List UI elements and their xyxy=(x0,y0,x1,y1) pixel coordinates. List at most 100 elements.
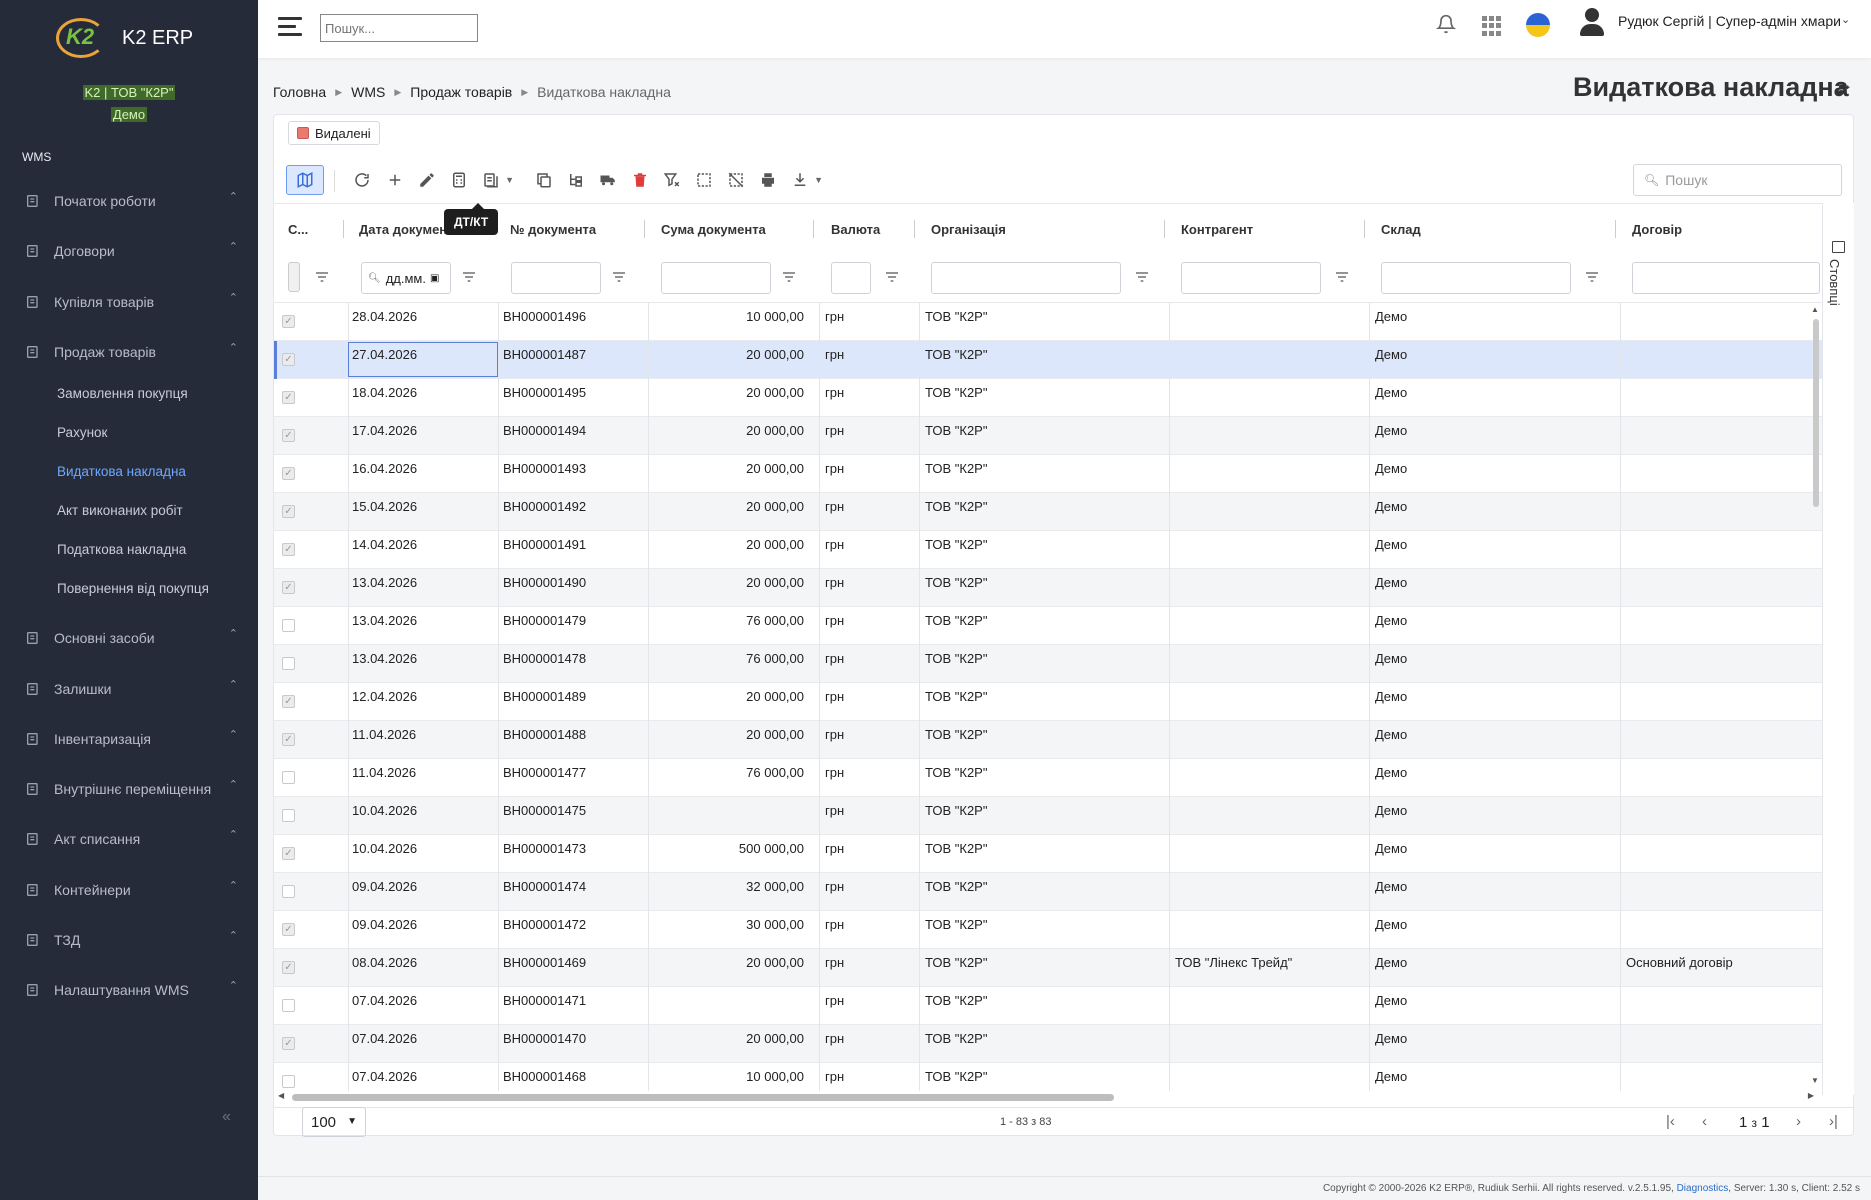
sidebar-item-settings[interactable]: Налаштування WMS ⌃ xyxy=(24,977,238,1003)
cell-counterparty[interactable] xyxy=(1175,987,1365,1025)
cell-sum[interactable]: 76 000,00 xyxy=(654,607,804,645)
cell-currency[interactable]: грн xyxy=(825,531,905,569)
page-size-select[interactable]: 100 ▼ xyxy=(302,1107,366,1137)
columns-panel-toggle[interactable]: Стовпці xyxy=(1822,203,1854,1095)
chevron-up-icon[interactable]: ⌃ xyxy=(229,778,238,791)
breadcrumb-sales[interactable]: Продаж товарів xyxy=(410,84,512,100)
cell-warehouse[interactable]: Демо xyxy=(1375,341,1605,379)
delete-button[interactable] xyxy=(625,165,655,195)
map-view-button[interactable] xyxy=(286,165,324,195)
cell-date[interactable]: 11.04.2026 xyxy=(352,759,492,797)
cell-sum[interactable]: 20 000,00 xyxy=(654,417,804,455)
cell-sum[interactable]: 76 000,00 xyxy=(654,759,804,797)
cell-counterparty[interactable] xyxy=(1175,759,1365,797)
horizontal-scrollbar[interactable]: ◀ ▶ xyxy=(278,1090,1814,1104)
cell-currency[interactable]: грн xyxy=(825,341,905,379)
cell-counterparty[interactable] xyxy=(1175,797,1365,835)
vertical-scroll-thumb[interactable] xyxy=(1813,319,1819,507)
cell-warehouse[interactable]: Демо xyxy=(1375,759,1605,797)
table-row[interactable]: ✓ 28.04.2026 ВН000001496 10 000,00 грн ТОВ "К… xyxy=(274,303,1822,341)
cell-sum[interactable]: 76 000,00 xyxy=(654,645,804,683)
table-row[interactable]: 13.04.2026 ВН000001479 76 000,00 грн ТОВ "К2… xyxy=(274,607,1822,645)
cell-warehouse[interactable]: Демо xyxy=(1375,493,1605,531)
cell-organization[interactable]: ТОВ "К2Р" xyxy=(925,303,1155,341)
row-status-checkbox[interactable] xyxy=(282,657,295,670)
sidebar-subitem-4[interactable]: Податкова накладна xyxy=(57,542,186,557)
hierarchy-button[interactable] xyxy=(561,165,591,195)
column-header-warehouse[interactable]: Склад xyxy=(1381,204,1531,254)
cell-organization[interactable]: ТОВ "К2Р" xyxy=(925,1025,1155,1063)
row-status-checkbox[interactable] xyxy=(282,1075,295,1088)
cell-date[interactable]: 09.04.2026 xyxy=(352,873,492,911)
filter-sum-input[interactable] xyxy=(661,262,771,294)
cell-sum[interactable]: 20 000,00 xyxy=(654,949,804,987)
filter-organization-icon[interactable] xyxy=(1134,269,1150,285)
table-row[interactable]: ✓ 15.04.2026 ВН000001492 20 000,00 грн ТОВ "К… xyxy=(274,493,1822,531)
cell-counterparty[interactable] xyxy=(1175,531,1365,569)
cell-warehouse[interactable]: Демо xyxy=(1375,721,1605,759)
cell-organization[interactable]: ТОВ "К2Р" xyxy=(925,455,1155,493)
cell-date[interactable]: 10.04.2026 xyxy=(352,835,492,873)
cell-date[interactable]: 13.04.2026 xyxy=(352,607,492,645)
chevron-up-icon[interactable]: ⌃ xyxy=(229,291,238,304)
calculator-button[interactable] xyxy=(444,165,474,195)
cell-organization[interactable]: ТОВ "К2Р" xyxy=(925,797,1155,835)
cell-number[interactable]: ВН000001471 xyxy=(503,987,643,1025)
cell-contract[interactable] xyxy=(1626,379,1816,417)
focused-cell[interactable] xyxy=(348,342,498,377)
cell-number[interactable]: ВН000001493 xyxy=(503,455,643,493)
scroll-right-icon[interactable]: ▶ xyxy=(1808,1091,1814,1100)
cell-warehouse[interactable]: Демо xyxy=(1375,987,1605,1025)
cell-sum[interactable]: 10 000,00 xyxy=(654,303,804,341)
cell-counterparty[interactable] xyxy=(1175,341,1365,379)
cell-sum[interactable]: 20 000,00 xyxy=(654,455,804,493)
cell-organization[interactable]: ТОВ "К2Р" xyxy=(925,645,1155,683)
chevron-up-icon[interactable]: ⌃ xyxy=(229,728,238,741)
cell-sum[interactable] xyxy=(654,987,804,1025)
cell-counterparty[interactable] xyxy=(1175,645,1365,683)
cell-contract[interactable]: Основний договір xyxy=(1626,949,1816,987)
table-row[interactable]: ✓ 27.04.2026 ВН000001487 20 000,00 грн ТОВ "К… xyxy=(274,341,1822,379)
cell-counterparty[interactable] xyxy=(1175,417,1365,455)
cell-warehouse[interactable]: Демо xyxy=(1375,531,1605,569)
cell-number[interactable]: ВН000001494 xyxy=(503,417,643,455)
download-dropdown-chevron-icon[interactable]: ▼ xyxy=(814,175,823,185)
cell-number[interactable]: ВН000001469 xyxy=(503,949,643,987)
cell-date[interactable]: 13.04.2026 xyxy=(352,569,492,607)
row-status-checkbox[interactable]: ✓ xyxy=(282,505,295,518)
sidebar-item-inventory[interactable]: Інвентаризація ⌃ xyxy=(24,726,238,752)
cell-warehouse[interactable]: Демо xyxy=(1375,683,1605,721)
user-assign-icon[interactable] xyxy=(1836,82,1850,99)
cell-number[interactable]: ВН000001496 xyxy=(503,303,643,341)
cell-organization[interactable]: ТОВ "К2Р" xyxy=(925,949,1155,987)
sidebar-item-sales[interactable]: Продаж товарів ⌃ xyxy=(24,339,238,365)
filter-organization-input[interactable] xyxy=(931,262,1121,294)
chevron-up-icon[interactable]: ⌃ xyxy=(229,627,238,640)
copy-document-button[interactable]: ▼ xyxy=(476,165,514,195)
filter-sum-icon[interactable] xyxy=(781,269,797,285)
add-button[interactable] xyxy=(380,165,410,195)
cell-date[interactable]: 13.04.2026 xyxy=(352,645,492,683)
cell-contract[interactable] xyxy=(1626,721,1816,759)
cell-contract[interactable] xyxy=(1626,683,1816,721)
cell-counterparty[interactable] xyxy=(1175,835,1365,873)
cell-contract[interactable] xyxy=(1626,835,1816,873)
table-row[interactable]: ✓ 12.04.2026 ВН000001489 20 000,00 грн ТОВ "К… xyxy=(274,683,1822,721)
row-status-checkbox[interactable] xyxy=(282,885,295,898)
cell-organization[interactable]: ТОВ "К2Р" xyxy=(925,873,1155,911)
row-status-checkbox[interactable]: ✓ xyxy=(282,391,295,404)
filter-number-icon[interactable] xyxy=(611,269,627,285)
cell-contract[interactable] xyxy=(1626,1025,1816,1063)
cell-contract[interactable] xyxy=(1626,759,1816,797)
cell-organization[interactable]: ТОВ "К2Р" xyxy=(925,531,1155,569)
cell-warehouse[interactable]: Демо xyxy=(1375,835,1605,873)
cell-contract[interactable] xyxy=(1626,569,1816,607)
cell-organization[interactable]: ТОВ "К2Р" xyxy=(925,835,1155,873)
cell-date[interactable]: 07.04.2026 xyxy=(352,1063,492,1091)
cell-counterparty[interactable] xyxy=(1175,379,1365,417)
row-status-checkbox[interactable]: ✓ xyxy=(282,353,295,366)
edit-button[interactable] xyxy=(412,165,442,195)
cell-date[interactable]: 11.04.2026 xyxy=(352,721,492,759)
scroll-left-icon[interactable]: ◀ xyxy=(278,1091,284,1100)
sidebar-item-writeoff[interactable]: Акт списання ⌃ xyxy=(24,826,238,852)
